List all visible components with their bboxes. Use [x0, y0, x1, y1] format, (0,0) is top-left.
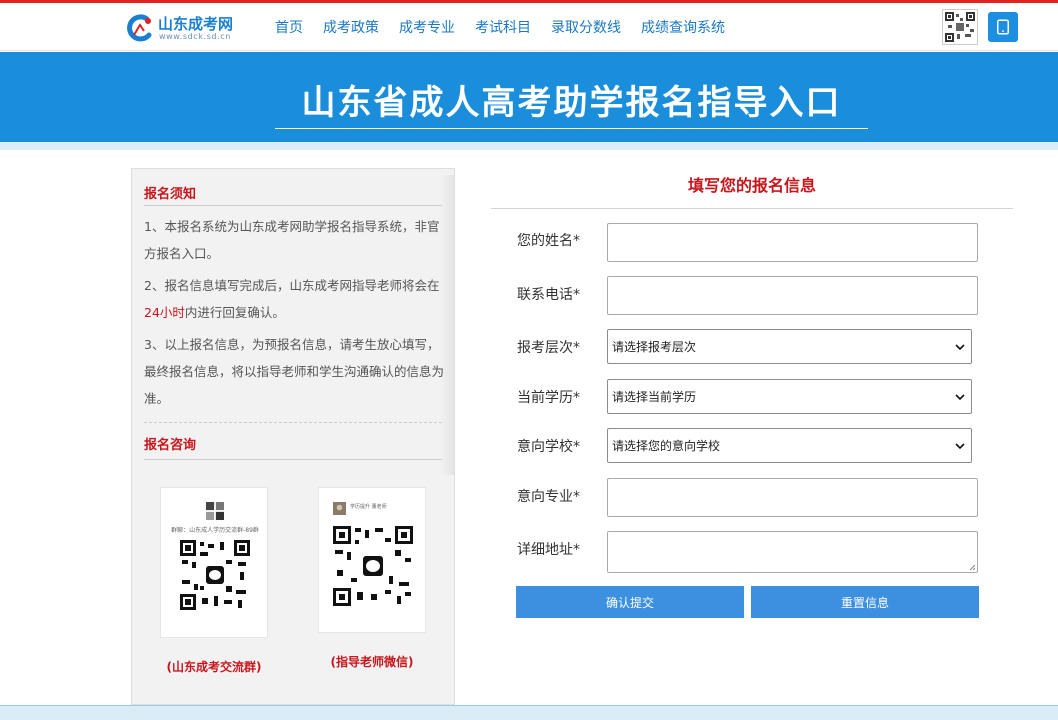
notice-item-1: 1、本报名系统为山东成考网助学报名指导系统，非官方报名入口。	[144, 219, 440, 261]
group-avatar-icon	[206, 502, 224, 520]
name-label: 您的姓名*	[517, 233, 580, 249]
nav-item-policy[interactable]: 成考政策	[323, 17, 379, 37]
banner-bottom-strip	[0, 142, 1058, 150]
school-select[interactable]: 请选择您的意向学校	[607, 428, 972, 463]
banner-title: 山东省成人高考助学报名指导入口	[275, 75, 868, 129]
nav-item-home[interactable]: 首页	[275, 17, 303, 37]
header-divider	[942, 9, 943, 45]
form-title: 填写您的报名信息	[687, 176, 816, 195]
nav-item-majors[interactable]: 成考专业	[399, 17, 455, 37]
consult-title-rule	[144, 459, 442, 460]
chevron-down-icon	[955, 343, 965, 350]
level-select-value: 请选择报考层次	[612, 340, 697, 354]
education-label: 当前学历*	[517, 390, 580, 406]
nav-item-scores[interactable]: 录取分数线	[551, 17, 621, 37]
section-divider	[144, 422, 442, 423]
name-input[interactable]	[607, 223, 978, 262]
teacher-qr-caption: (指导老师微信)	[330, 655, 414, 669]
submit-button[interactable]: 确认提交	[516, 586, 744, 618]
education-select-value: 请选择当前学历	[612, 390, 697, 404]
notice-item-2-highlight: 24小时	[144, 305, 185, 320]
address-label: 详细地址*	[517, 542, 580, 558]
notice-item-2-text: 2、报名信息填写完成后，山东成考网指导老师将会在	[144, 278, 440, 293]
teacher-qr-code-icon	[333, 526, 413, 606]
notice-item-2-tail: 内进行回复确认。	[184, 305, 285, 320]
level-select[interactable]: 请选择报考层次	[607, 329, 972, 364]
phone-icon[interactable]	[988, 12, 1018, 42]
phone-input[interactable]	[607, 276, 978, 315]
notice-title: 报名须知	[144, 187, 197, 202]
group-card-text: 群聊：山东成人学历交流群-89群	[171, 527, 259, 534]
notice-item-2: 2、报名信息填写完成后，山东成考网指导老师将会在 24小时内进行回复确认。	[144, 272, 444, 326]
nav-item-results-query[interactable]: 成绩查询系统	[641, 17, 725, 37]
teacher-qr-card: 学历提升 董老师	[318, 487, 426, 633]
hero-banner: 山东省成人高考助学报名指导入口	[0, 52, 1058, 142]
chevron-down-icon	[955, 442, 965, 449]
group-qr-caption: (山东成考交流群)	[166, 660, 262, 674]
level-label: 报考层次*	[517, 340, 580, 356]
group-qr-card: 群聊：山东成人学历交流群-89群	[160, 487, 268, 638]
qr-code-graphic	[945, 12, 975, 42]
logo-mark-icon	[127, 14, 152, 42]
major-input[interactable]	[607, 478, 978, 517]
main-nav: 首页 成考政策 成考专业 考试科目 录取分数线 成绩查询系统	[265, 3, 735, 51]
notice-item-3: 3、以上报名信息，为预报名信息，请考生放心填写，最终报名信息，将以指导老师和学生…	[144, 337, 445, 406]
school-label: 意向学校*	[517, 439, 580, 455]
nav-item-subjects[interactable]: 考试科目	[475, 17, 531, 37]
school-select-value: 请选择您的意向学校	[612, 439, 721, 453]
resize-handle-icon[interactable]	[968, 563, 976, 571]
logo-title: 山东成考网	[158, 15, 234, 33]
phone-glyph	[997, 19, 1009, 35]
teacher-card-name: 学历提升 董老师	[350, 504, 387, 510]
major-label: 意向专业*	[517, 489, 580, 505]
address-textarea[interactable]	[607, 531, 978, 573]
teacher-avatar-icon	[333, 502, 346, 515]
chevron-down-icon	[955, 393, 965, 400]
qr-code-icon[interactable]	[942, 9, 978, 45]
education-select[interactable]: 请选择当前学历	[607, 379, 972, 414]
group-qr-code-icon	[180, 540, 250, 610]
form-title-rule	[491, 208, 1013, 209]
panel-shadow	[440, 175, 454, 475]
site-header: 山东成考网 www.sdck.sd.cn 首页 成考政策 成考专业 考试科目 录…	[0, 3, 1058, 51]
consult-title: 报名咨询	[144, 438, 197, 453]
reset-button[interactable]: 重置信息	[751, 586, 979, 618]
notice-title-rule	[144, 205, 442, 206]
logo-url: www.sdck.sd.cn	[159, 32, 231, 41]
site-logo[interactable]: 山东成考网 www.sdck.sd.cn	[125, 11, 240, 45]
footer-strip	[0, 705, 1058, 720]
header-right	[942, 3, 1018, 51]
info-panel: 报名须知 1、本报名系统为山东成考网助学报名指导系统，非官方报名入口。 2、报名…	[131, 168, 455, 705]
phone-label: 联系电话*	[517, 287, 580, 303]
